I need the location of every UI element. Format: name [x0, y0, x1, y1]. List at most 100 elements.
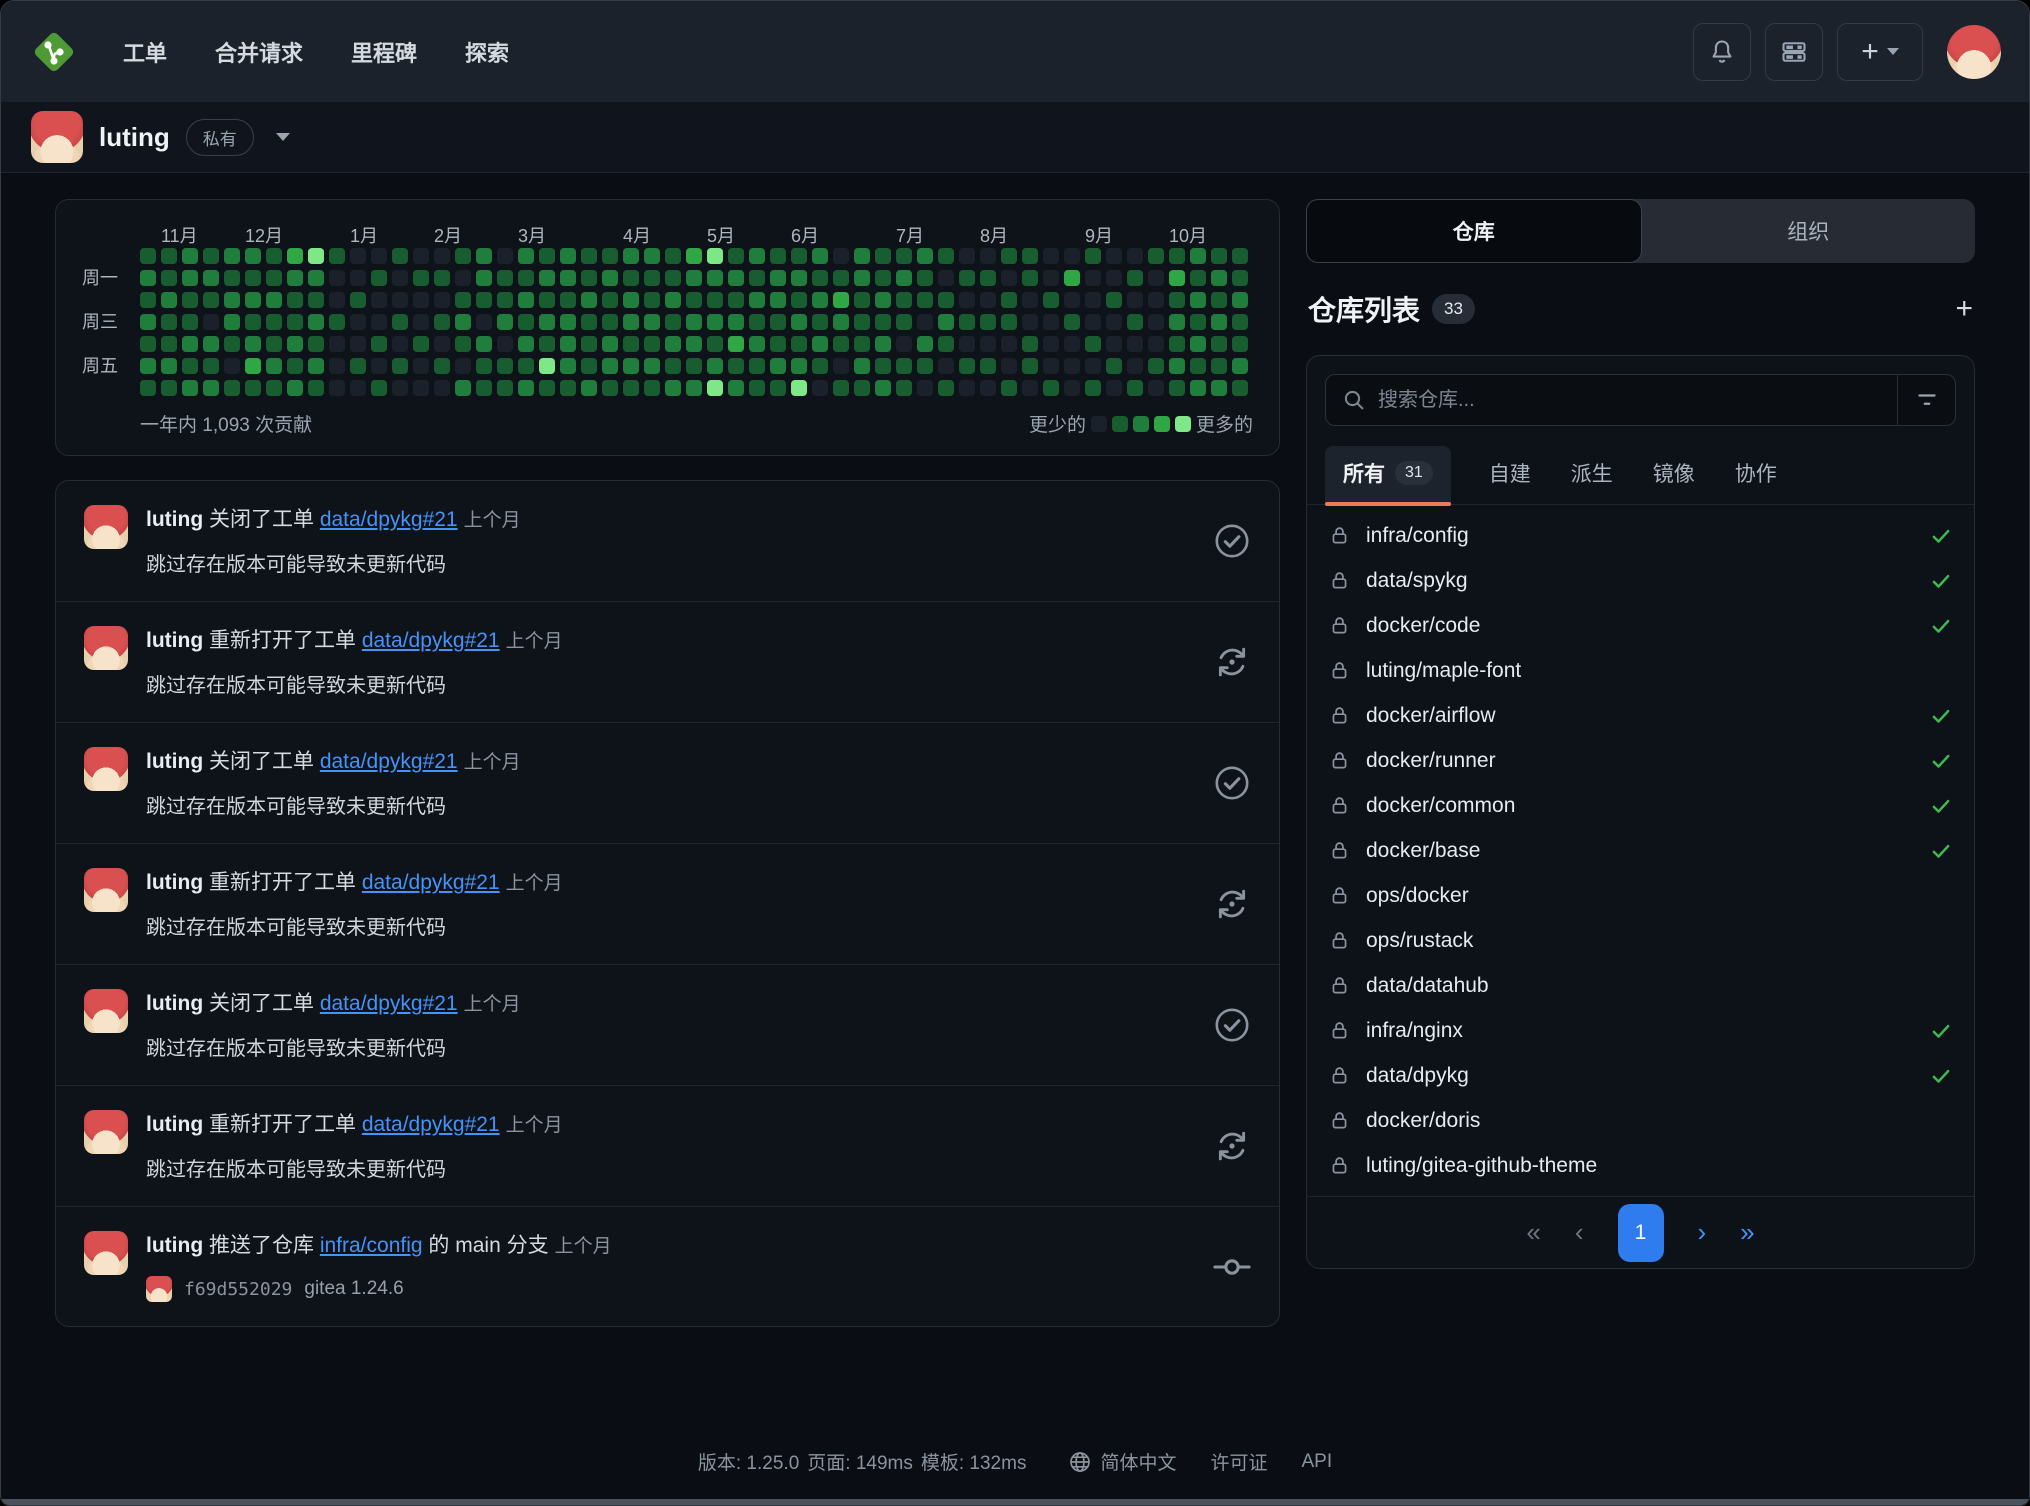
- user-avatar[interactable]: [1947, 25, 2001, 79]
- activity-avatar[interactable]: [84, 989, 128, 1033]
- repo-name-link[interactable]: luting/maple-font: [1366, 659, 1952, 683]
- pagination-next-button[interactable]: ›: [1698, 1217, 1707, 1248]
- heatmap-cell: [266, 270, 282, 286]
- heatmap-cell: [1148, 314, 1164, 330]
- repo-row[interactable]: data/dpykg: [1307, 1053, 1974, 1098]
- heatmap-cell: [392, 248, 408, 264]
- repo-name-link[interactable]: data/spykg: [1366, 569, 1914, 593]
- activity-target-link[interactable]: data/dpykg#21: [320, 992, 458, 1015]
- repo-filter-tab[interactable]: 镜像: [1651, 446, 1697, 504]
- repo-name-link[interactable]: docker/base: [1366, 839, 1914, 863]
- pagination-prev-button[interactable]: ‹: [1575, 1217, 1584, 1248]
- activity-avatar[interactable]: [84, 1110, 128, 1154]
- repo-name-link[interactable]: docker/airflow: [1366, 704, 1914, 728]
- activity-avatar[interactable]: [84, 747, 128, 791]
- repo-filter-tab[interactable]: 协作: [1733, 446, 1779, 504]
- activity-target-link[interactable]: data/dpykg#21: [362, 871, 500, 894]
- create-new-button[interactable]: +: [1837, 23, 1923, 81]
- repo-row[interactable]: docker/doris: [1307, 1098, 1974, 1143]
- footer-language-selector[interactable]: 简体中文: [1068, 1448, 1176, 1475]
- notifications-button[interactable]: [1693, 23, 1751, 81]
- activity-user-link[interactable]: luting: [146, 992, 203, 1015]
- heatmap-cell: [938, 380, 954, 396]
- activity-user-link[interactable]: luting: [146, 508, 203, 531]
- nav-link[interactable]: 合并请求: [215, 36, 303, 68]
- pagination-current-page[interactable]: 1: [1618, 1204, 1664, 1262]
- window-bottom-edge: [1, 1499, 2029, 1505]
- repo-row[interactable]: ops/rustack: [1307, 918, 1974, 963]
- heatmap-cell: [707, 314, 723, 330]
- nav-link[interactable]: 探索: [465, 36, 509, 68]
- repo-row[interactable]: docker/code: [1307, 603, 1974, 648]
- repo-name-link[interactable]: ops/rustack: [1366, 929, 1952, 953]
- activity-target-link[interactable]: data/dpykg#21: [320, 508, 458, 531]
- repo-name-link[interactable]: data/datahub: [1366, 974, 1952, 998]
- nav-link[interactable]: 工单: [123, 36, 167, 68]
- pagination-first-button[interactable]: «: [1526, 1217, 1540, 1248]
- repo-name-link[interactable]: docker/runner: [1366, 749, 1914, 773]
- repo-name-link[interactable]: docker/common: [1366, 794, 1914, 818]
- activity-user-link[interactable]: luting: [146, 1234, 203, 1257]
- repo-name-link[interactable]: infra/nginx: [1366, 1019, 1914, 1043]
- activity-avatar[interactable]: [84, 1231, 128, 1275]
- repo-name-link[interactable]: docker/doris: [1366, 1109, 1952, 1133]
- repo-row[interactable]: luting/maple-font: [1307, 648, 1974, 693]
- activity-target-link[interactable]: data/dpykg#21: [362, 629, 500, 652]
- activity-avatar[interactable]: [84, 505, 128, 549]
- repo-filter-tab[interactable]: 所有31: [1325, 446, 1451, 504]
- repo-name-link[interactable]: luting/gitea-github-theme: [1366, 1154, 1952, 1178]
- repo-row[interactable]: infra/config: [1307, 513, 1974, 558]
- repo-filter-tab[interactable]: 自建: [1487, 446, 1533, 504]
- repo-name-link[interactable]: docker/code: [1366, 614, 1914, 638]
- nav-link[interactable]: 里程碑: [351, 36, 417, 68]
- repo-row[interactable]: data/spykg: [1307, 558, 1974, 603]
- heatmap-cell: [371, 248, 387, 264]
- repo-search-input[interactable]: [1378, 389, 1881, 412]
- commit-hash-link[interactable]: f69d552029: [184, 1279, 292, 1300]
- repo-row[interactable]: ops/docker: [1307, 873, 1974, 918]
- heatmap-cell: [686, 336, 702, 352]
- activity-user-link[interactable]: luting: [146, 1113, 203, 1136]
- activity-user-link[interactable]: luting: [146, 871, 203, 894]
- tab-repositories[interactable]: 仓库: [1306, 199, 1642, 263]
- activity-avatar[interactable]: [84, 868, 128, 912]
- admin-panel-button[interactable]: [1765, 23, 1823, 81]
- footer-api-link[interactable]: API: [1301, 1451, 1332, 1473]
- activity-target-link[interactable]: data/dpykg#21: [362, 1113, 500, 1136]
- heatmap-cell: [1211, 358, 1227, 374]
- pagination-last-button[interactable]: »: [1740, 1217, 1754, 1248]
- tab-organizations[interactable]: 组织: [1642, 199, 1976, 263]
- gitea-logo-icon[interactable]: [29, 27, 79, 77]
- heatmap-cell: [371, 380, 387, 396]
- activity-target-link[interactable]: data/dpykg#21: [320, 750, 458, 773]
- repo-row[interactable]: data/datahub: [1307, 963, 1974, 1008]
- new-repo-button[interactable]: +: [1955, 294, 1973, 324]
- repo-row[interactable]: docker/airflow: [1307, 693, 1974, 738]
- repo-row[interactable]: docker/common: [1307, 783, 1974, 828]
- repo-name-link[interactable]: data/dpykg: [1366, 1064, 1914, 1088]
- repo-filter-tab[interactable]: 派生: [1569, 446, 1615, 504]
- heatmap-cell: [896, 358, 912, 374]
- profile-dropdown-caret[interactable]: [276, 133, 290, 141]
- heatmap-cell: [980, 358, 996, 374]
- heatmap-cell: [224, 336, 240, 352]
- repo-name-link[interactable]: infra/config: [1366, 524, 1914, 548]
- heatmap-cell: [581, 358, 597, 374]
- activity-target-link[interactable]: infra/config: [320, 1234, 423, 1257]
- activity-avatar[interactable]: [84, 626, 128, 670]
- repo-row[interactable]: docker/runner: [1307, 738, 1974, 783]
- heatmap-cell: [224, 248, 240, 264]
- repo-filter-button[interactable]: [1897, 375, 1955, 425]
- footer-license-link[interactable]: 许可证: [1210, 1448, 1267, 1475]
- issue-reopened-icon: [1213, 643, 1251, 681]
- repo-row[interactable]: luting/gitea-github-theme: [1307, 1143, 1974, 1188]
- heatmap-cell: [581, 336, 597, 352]
- repo-row[interactable]: infra/nginx: [1307, 1008, 1974, 1053]
- repo-row[interactable]: docker/base: [1307, 828, 1974, 873]
- repo-name-link[interactable]: ops/docker: [1366, 884, 1952, 908]
- activity-user-link[interactable]: luting: [146, 629, 203, 652]
- heatmap-cell: [854, 248, 870, 264]
- heatmap-cell: [497, 292, 513, 308]
- profile-avatar[interactable]: [31, 111, 83, 163]
- activity-user-link[interactable]: luting: [146, 750, 203, 773]
